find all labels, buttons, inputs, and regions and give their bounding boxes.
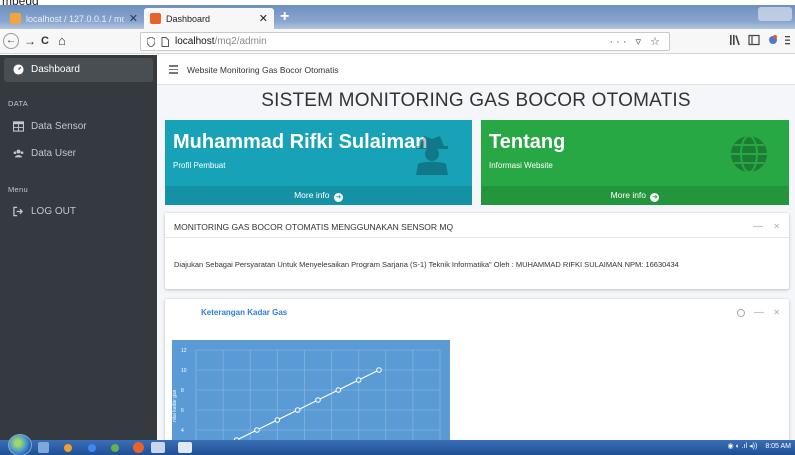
tab-dashboard[interactable]: Dashboard ✕ [144, 8, 274, 29]
screen: { "top_caption": "mbedd", "browser": { "… [0, 0, 795, 455]
toolbar-icons[interactable] [730, 34, 790, 49]
more-info-label: More info [294, 190, 330, 200]
back-button[interactable]: ← [3, 33, 19, 49]
sidebar-item-dashboard[interactable]: Dashboard [13, 64, 80, 75]
url-host: localhost [175, 36, 215, 47]
y-tick-label: 10 [181, 368, 187, 374]
minimize-icon[interactable]: — [753, 222, 763, 232]
browser-titlebar: localhost / 127.0.0.1 / mq2 | p ✕ Dashbo… [0, 5, 795, 29]
card-title: Keterangan Kadar Gas [201, 308, 288, 317]
tab-phpmyadmin[interactable]: localhost / 127.0.0.1 / mq2 | p ✕ [4, 8, 144, 29]
close-icon[interactable]: ✕ [773, 222, 780, 231]
box-subtitle: Profil Pembuat [173, 161, 226, 170]
table-icon [13, 121, 24, 132]
y-tick-label: 6 [181, 408, 184, 414]
sidebar-item-label: Dashboard [31, 64, 80, 75]
app-taskbar-icon[interactable] [64, 444, 72, 452]
arrow-circle-right-icon: ➜ [333, 193, 343, 202]
home-button[interactable]: ⌂ [58, 33, 66, 49]
content-header: Website Monitoring Gas Bocor Otomatis [157, 55, 795, 85]
tab-close-icon[interactable]: ✕ [129, 12, 138, 25]
page-title: SISTEM MONITORING GAS BOCOR OTOMATIS [261, 90, 691, 111]
data-point[interactable] [355, 377, 362, 383]
new-tab-button[interactable]: + [280, 8, 289, 26]
users-icon [13, 149, 24, 158]
box-title: Tentang [489, 131, 566, 153]
url-actions[interactable]: ··· ▿ ☆ [610, 35, 663, 48]
info-card: MONITORING GAS BOCOR OTOMATIS MENGGUNAKA… [165, 213, 789, 289]
menu-toggle-icon[interactable] [169, 65, 178, 76]
arrow-circle-right-icon: ➜ [650, 193, 660, 202]
app-taskbar-icon[interactable] [151, 442, 165, 453]
sidebar-item-label: LOG OUT [31, 206, 77, 217]
forward-button[interactable]: → [24, 33, 36, 49]
explorer-taskbar-icon[interactable] [38, 442, 49, 453]
data-point[interactable] [274, 417, 281, 423]
more-info-label: More info [610, 190, 647, 200]
card-title: MONITORING GAS BOCOR OTOMATIS MENGGUNAKA… [174, 222, 454, 232]
tray-icons[interactable]: ◉ ◐ .ıl ◂)) [728, 442, 758, 450]
chrome-taskbar-icon[interactable] [88, 444, 96, 452]
data-point[interactable] [315, 397, 321, 403]
shield-icon [147, 36, 155, 47]
sidebar-item-label: Data Sensor [31, 121, 87, 132]
sidebar-item-data-user[interactable]: Data User [13, 148, 76, 159]
card-body-text: Diajukan Sebagai Persyaratan Untuk Menye… [174, 260, 679, 269]
data-point[interactable] [254, 427, 260, 433]
header-title: Website Monitoring Gas Bocor Otomatis [187, 65, 339, 75]
profile-box: Muhammad Rifki Sulaiman Profil Pembuat M… [165, 120, 472, 205]
main-content: Website Monitoring Gas Bocor Otomatis SI… [157, 55, 795, 440]
sidebar-header-data: DATA [8, 99, 29, 108]
chart-card: Keterangan Kadar Gas — ✕ 4 6 8 10 12 nilai ka… [165, 299, 789, 440]
app-taskbar-icon[interactable] [111, 444, 119, 452]
taskbar: ◉ ◐ .ıl ◂)) 8:05 AM [0, 434, 795, 455]
system-tray: ◉ ◐ .ıl ◂)) 8:05 AM [728, 442, 791, 451]
browser-navbar: ← → C ⌂ localhost /mq2/admin ··· ▿ ☆ [0, 29, 795, 54]
data-point[interactable] [335, 387, 342, 393]
sidebar-item-logout[interactable]: LOG OUT [13, 206, 76, 217]
box-subtitle: Informasi Website [489, 161, 553, 170]
clock: 8:05 AM [765, 442, 791, 450]
sidebar-item-label: Data User [31, 148, 77, 159]
globe-icon [731, 135, 767, 173]
data-point[interactable] [294, 407, 301, 413]
tab-close-icon[interactable]: ✕ [259, 12, 268, 25]
user-secret-icon [416, 136, 448, 175]
page-icon [161, 36, 169, 47]
app-taskbar-icon[interactable] [178, 442, 192, 453]
library-sidebar-menu-icons[interactable] [730, 34, 790, 46]
y-tick-label: 12 [181, 348, 187, 354]
y-tick-label: 8 [181, 388, 184, 394]
close-icon[interactable]: ✕ [773, 308, 780, 317]
more-info-link[interactable]: More info ➜ [165, 186, 472, 205]
reload-button[interactable]: C [41, 33, 49, 49]
y-axis-label: nilai kadar gas [172, 389, 178, 422]
tab-label: localhost / 127.0.0.1 / mq2 | p [26, 13, 124, 24]
more-info-link[interactable]: More info ➜ [481, 186, 789, 205]
gas-level-chart-svg: 4 6 8 10 12 nilai kadar gas [172, 348, 441, 440]
url-bar[interactable]: localhost /mq2/admin ··· ▿ ☆ [140, 32, 670, 51]
sidebar-item-data-sensor[interactable]: Data Sensor [13, 121, 87, 132]
refresh-circle-icon[interactable] [737, 309, 745, 317]
sign-out-icon [13, 206, 24, 217]
start-button[interactable] [8, 434, 32, 455]
tachometer-icon [13, 64, 24, 75]
firefox-taskbar-icon[interactable] [133, 442, 144, 453]
about-box: Tentang Informasi Website More info ➜ [481, 120, 789, 205]
url-path: /mq2/admin [214, 36, 267, 47]
gas-level-chart: 4 6 8 10 12 nilai kadar gas [172, 340, 450, 440]
y-tick-label: 4 [181, 428, 184, 434]
data-point[interactable] [376, 367, 382, 373]
minimize-icon[interactable]: — [754, 308, 764, 318]
tab-label: Dashboard [166, 13, 211, 24]
sidebar-header-menu: Menu [8, 185, 28, 194]
dashboard-favicon-icon [150, 13, 161, 24]
box-title: Muhammad Rifki Sulaiman [173, 131, 428, 153]
sidebar: Dashboard DATA Data Sensor Data User Men… [0, 55, 157, 440]
phpmyadmin-favicon-icon [10, 13, 21, 24]
window-controls[interactable] [758, 7, 792, 21]
